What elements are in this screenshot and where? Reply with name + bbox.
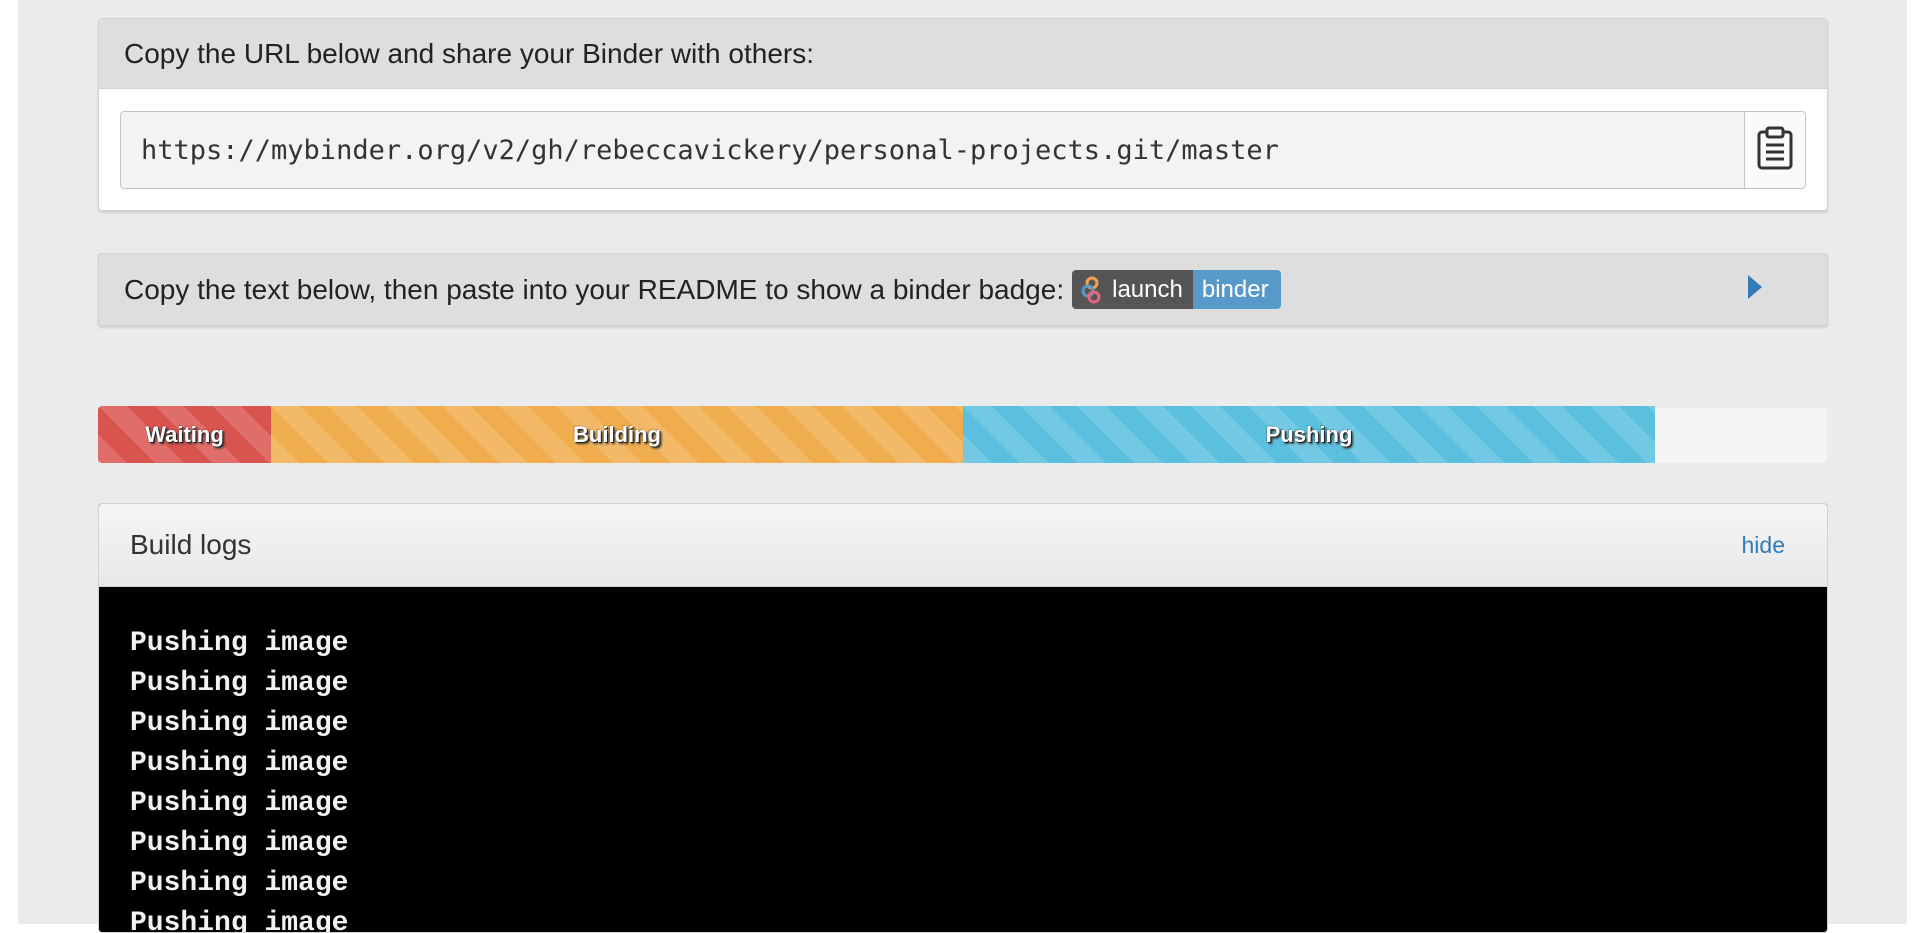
badge-row: Copy the text below, then paste into you… [124,254,1281,325]
copy-url-button[interactable] [1744,111,1806,189]
log-line: Pushing image [130,668,349,699]
log-line: Pushing image [130,908,349,933]
progress-step-pushing: Pushing [963,406,1655,463]
badge-left: launch [1072,270,1193,309]
binder-logo-icon [1080,276,1104,304]
badge-binder-label: binder [1201,275,1269,303]
share-url-heading: Copy the URL below and share your Binder… [99,19,1827,89]
build-log-output: Pushing image Pushing image Pushing image P… [99,587,1827,933]
log-line: Pushing image [130,628,349,659]
badge-launch-label: launch [1112,275,1183,303]
build-progress-bar: Waiting Building Pushing [98,406,1828,463]
build-logs-title: Build logs [130,529,252,560]
progress-step-waiting: Waiting [98,406,271,463]
build-logs-heading: Build logs hide [99,504,1827,587]
expand-badge-toggle[interactable] [1743,272,1767,306]
hide-logs-link[interactable]: hide [1742,532,1785,559]
binder-badge: launch binder [1072,270,1281,309]
log-line: Pushing image [130,868,349,899]
share-url-group [120,111,1806,189]
share-url-panel: Copy the URL below and share your Binder… [98,18,1828,211]
log-line: Pushing image [130,788,349,819]
progress-step-building: Building [271,406,963,463]
build-logs-panel: Build logs hide Pushing image Pushing ima… [98,503,1828,933]
log-line: Pushing image [130,828,349,859]
log-line: Pushing image [130,748,349,779]
share-url-input[interactable] [120,111,1744,189]
caret-right-icon [1747,274,1763,305]
badge-instructions: Copy the text below, then paste into you… [124,273,1065,305]
clipboard-icon [1757,126,1793,175]
badge-right: binder [1192,270,1281,309]
log-line: Pushing image [130,708,349,739]
badge-panel[interactable]: Copy the text below, then paste into you… [98,253,1828,326]
